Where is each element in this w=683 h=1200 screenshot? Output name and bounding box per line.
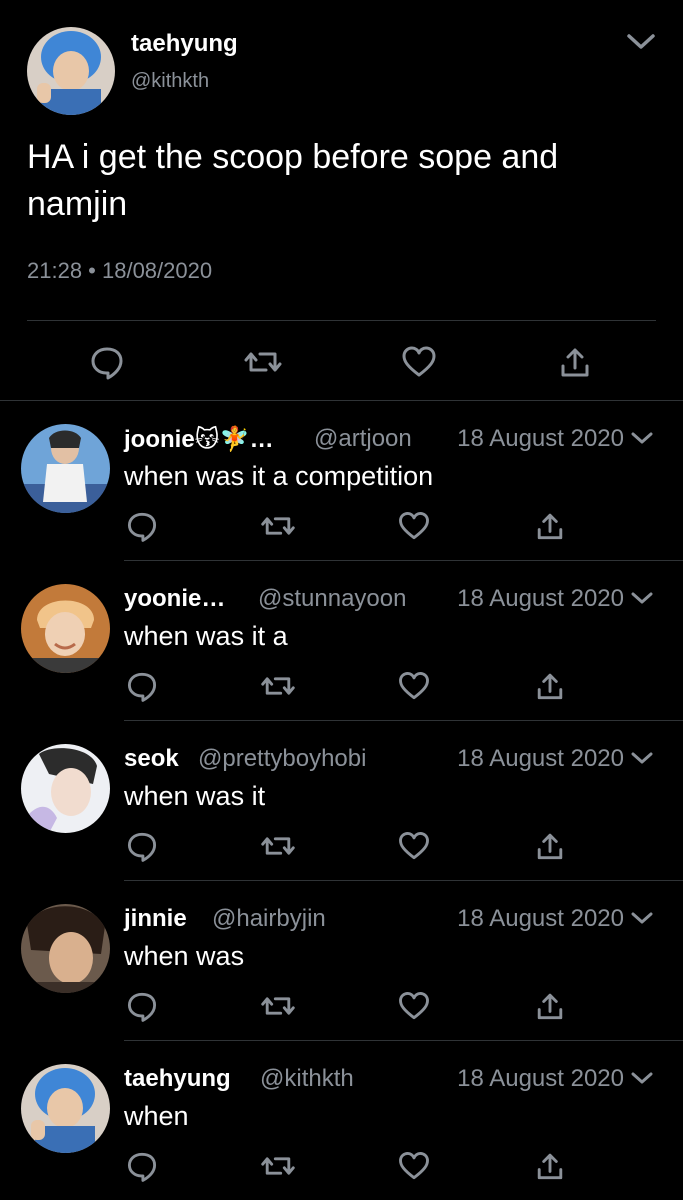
divider [27, 320, 656, 321]
reply-tweet[interactable]: taehyung @kithkth 18 August 2020 when [0, 1041, 683, 1200]
author-name[interactable]: yoonie… [124, 585, 225, 613]
reply-tweet[interactable]: joonie😽🧚… @artjoon 18 August 2020 when w… [0, 401, 683, 561]
chevron-down-icon[interactable] [624, 28, 658, 54]
author-handle[interactable]: @stunnayoon [258, 585, 406, 613]
author-handle[interactable]: @kithkth [131, 70, 209, 93]
tweet-actions [0, 986, 683, 1030]
reply-header: taehyung @kithkth 18 August 2020 [124, 1065, 654, 1097]
reply-text: when was it a [124, 621, 288, 651]
tweet-actions [0, 666, 683, 710]
reply-icon[interactable] [124, 668, 160, 704]
like-icon[interactable] [396, 508, 432, 544]
retweet-icon[interactable] [260, 508, 296, 544]
tweet-actions [0, 506, 683, 550]
like-icon[interactable] [396, 988, 432, 1024]
like-icon[interactable] [396, 828, 432, 864]
like-icon[interactable] [396, 1148, 432, 1184]
tweet-date: 18 August 2020 [457, 745, 624, 772]
tweet-actions [0, 826, 683, 870]
share-icon[interactable] [555, 342, 595, 382]
tweet-text: HA i get the scoop before sope and namji… [27, 138, 559, 223]
tweet-date: 18 August 2020 [457, 1065, 624, 1092]
tweet-actions [0, 1146, 683, 1190]
chevron-down-icon[interactable] [630, 589, 654, 607]
author-name[interactable]: seok [124, 745, 179, 773]
reply-icon[interactable] [124, 988, 160, 1024]
like-icon[interactable] [399, 342, 439, 382]
retweet-icon[interactable] [260, 988, 296, 1024]
avatar[interactable] [21, 1064, 110, 1153]
reply-text: when was [124, 941, 245, 971]
avatar[interactable] [21, 904, 110, 993]
author-name[interactable]: taehyung [124, 1065, 231, 1093]
tweet-date: 18 August 2020 [457, 425, 624, 452]
reply-header: yoonie… @stunnayoon 18 August 2020 [124, 585, 654, 617]
reply-header: joonie😽🧚… @artjoon 18 August 2020 [124, 425, 654, 457]
share-icon[interactable] [532, 1148, 568, 1184]
chevron-down-icon[interactable] [630, 429, 654, 447]
author-name[interactable]: taehyung [131, 30, 238, 58]
reply-icon[interactable] [124, 1148, 160, 1184]
avatar[interactable] [21, 584, 110, 673]
reply-tweet[interactable]: seok @prettyboyhobi 18 August 2020 when … [0, 721, 683, 881]
main-tweet: taehyung @kithkth HA i get the scoop bef… [0, 0, 683, 400]
author-name[interactable]: jinnie [124, 905, 187, 933]
share-icon[interactable] [532, 828, 568, 864]
chevron-down-icon[interactable] [630, 1069, 654, 1087]
reply-header: jinnie @hairbyjin 18 August 2020 [124, 905, 654, 937]
share-icon[interactable] [532, 668, 568, 704]
author-handle[interactable]: @hairbyjin [212, 905, 326, 933]
author-handle[interactable]: @artjoon [314, 425, 412, 453]
like-icon[interactable] [396, 668, 432, 704]
avatar[interactable] [27, 27, 115, 115]
reply-text: when was it a competition [124, 461, 434, 491]
retweet-icon[interactable] [260, 668, 296, 704]
chevron-down-icon[interactable] [630, 749, 654, 767]
chevron-down-icon[interactable] [630, 909, 654, 927]
share-icon[interactable] [532, 988, 568, 1024]
reply-header: seok @prettyboyhobi 18 August 2020 [124, 745, 654, 777]
reply-text: when was it [124, 781, 266, 811]
reply-tweet[interactable]: jinnie @hairbyjin 18 August 2020 when wa… [0, 881, 683, 1041]
retweet-icon[interactable] [243, 342, 283, 382]
avatar[interactable] [21, 424, 110, 513]
tweet-date: 18 August 2020 [457, 905, 624, 932]
retweet-icon[interactable] [260, 828, 296, 864]
tweet-actions [0, 334, 683, 390]
share-icon[interactable] [532, 508, 568, 544]
tweet-timestamp: 21:28 • 18/08/2020 [27, 258, 213, 283]
reply-icon[interactable] [87, 342, 127, 382]
retweet-icon[interactable] [260, 1148, 296, 1184]
author-name[interactable]: joonie😽🧚… [124, 425, 274, 454]
tweet-date: 18 August 2020 [457, 585, 624, 612]
author-handle[interactable]: @kithkth [260, 1065, 354, 1093]
reply-text: when [124, 1101, 189, 1131]
reply-icon[interactable] [124, 508, 160, 544]
reply-tweet[interactable]: yoonie… @stunnayoon 18 August 2020 when … [0, 561, 683, 721]
reply-icon[interactable] [124, 828, 160, 864]
avatar[interactable] [21, 744, 110, 833]
author-handle[interactable]: @prettyboyhobi [198, 745, 366, 773]
